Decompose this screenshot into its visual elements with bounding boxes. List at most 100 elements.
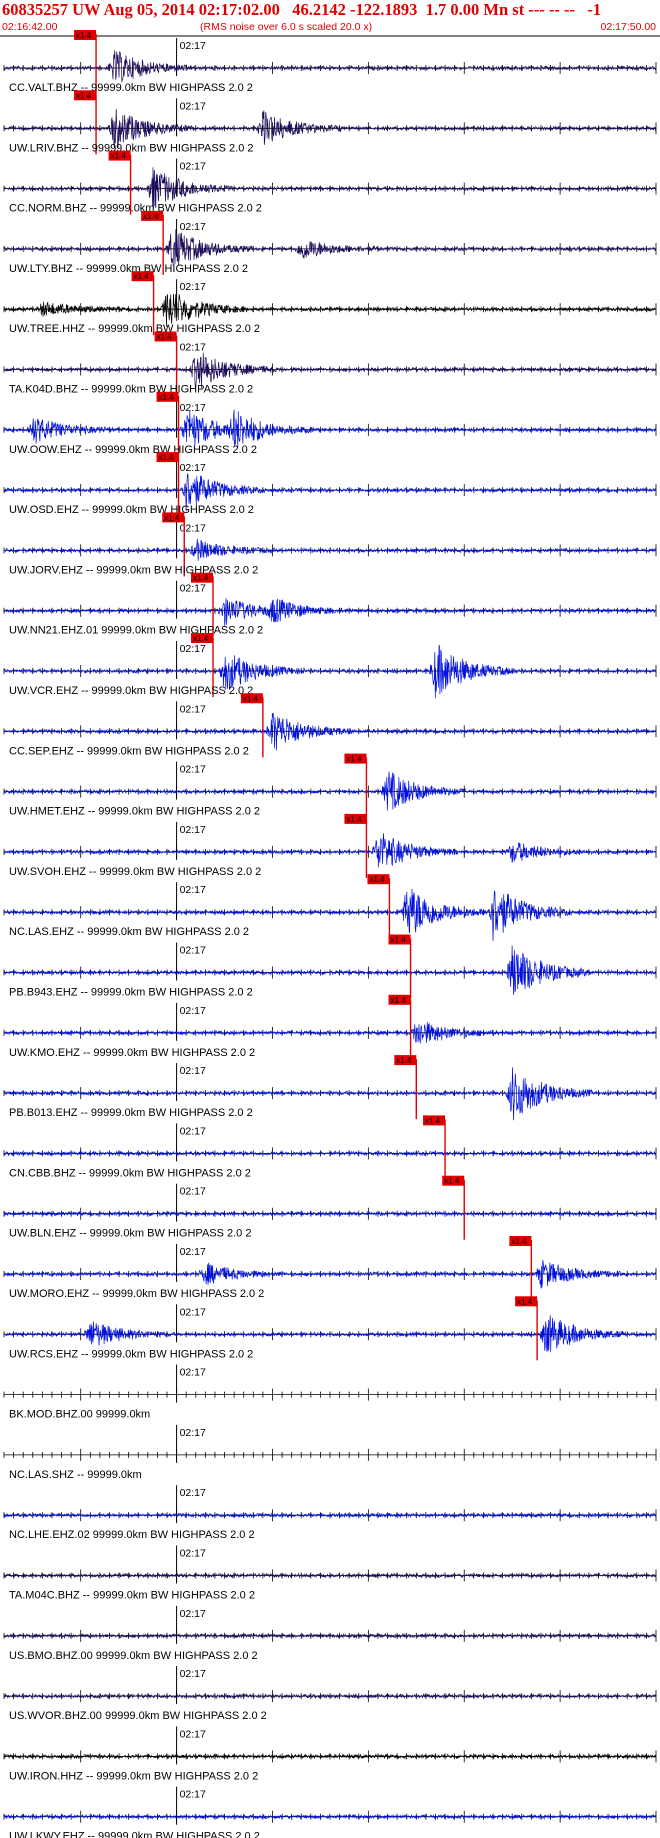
trace-row: 02:17x1.4 UW.JORV.EHZ -- 99999.0km BW HIG… <box>3 512 657 577</box>
tick-time-label: 02:17 <box>180 1728 206 1740</box>
pick-label: x1.4 <box>511 1237 527 1246</box>
station-label: UW.SVOH.EHZ -- 99999.0km BW HIGHPASS 2.0… <box>9 866 261 878</box>
station-label: NC.LAS.SHZ -- 99999.0km <box>9 1469 142 1481</box>
tick-time-label: 02:17 <box>180 1487 206 1499</box>
station-label: NC.LHE.EHZ.02 99999.0km BW HIGHPASS 2.0 … <box>9 1529 255 1541</box>
station-label: UW.KMO.EHZ -- 99999.0km BW HIGHPASS 2.0 … <box>9 1047 255 1059</box>
tick-time-label: 02:17 <box>180 1246 206 1258</box>
pick-label: x1.4 <box>243 694 259 703</box>
pick-label: x1.4 <box>517 1297 533 1306</box>
trace-row: 02:17 x1.4 CC.NORM.BHZ -- 99999.0km BW HIG… <box>3 150 657 215</box>
station-label: CC.SEP.EHZ -- 99999.0km BW HIGHPASS 2.0 … <box>9 745 249 757</box>
trace-row: 02:17 x1.4 NC.LAS.EHZ -- 99999.0km BW HIGH… <box>3 874 657 941</box>
tick-time-label: 02:17 <box>180 40 206 52</box>
pick-label: x1.4 <box>111 152 127 161</box>
trace-row: 02:17 BK.MOD.BHZ.00 99999.0km <box>3 1364 657 1421</box>
tick-time-label: 02:17 <box>180 643 206 655</box>
trace-row: 02:17 x1.4 UW.MORO.EHZ -- 99999.0km BW HIG… <box>3 1236 657 1300</box>
pick-label: x1.4 <box>391 996 407 1005</box>
tick-time-label: 02:17 <box>180 1367 206 1379</box>
pick-label: x1.4 <box>134 272 150 281</box>
station-label: CC.NORM.BHZ -- 99999.0km BW HIGHPASS 2.0… <box>9 203 262 215</box>
trace-row: 02:17 UW.LKWY.EHZ -- 99999.0km BW HIGHPAS… <box>3 1786 657 1838</box>
tick-time-label: 02:17 <box>180 522 206 534</box>
tick-time-label: 02:17 <box>180 824 206 836</box>
waveform-trace <box>3 538 657 561</box>
station-label: US.WVOR.BHZ.00 99999.0km BW HIGHPASS 2.0… <box>9 1710 267 1722</box>
tick-time-label: 02:17 <box>180 945 206 957</box>
station-label: PB.B013.EHZ -- 99999.0km BW HIGHPASS 2.0… <box>9 1107 253 1119</box>
pick-label: x1.4 <box>76 31 92 40</box>
station-label: UW.JORV.EHZ -- 99999.0km BW HIGHPASS 2.0… <box>9 564 258 576</box>
trace-row: 02:17 x1.4 UW.HMET.EHZ -- 99999.0km BW HIG… <box>3 753 657 818</box>
station-label: NC.LAS.EHZ -- 99999.0km BW HIGHPASS 2.0 … <box>9 926 249 938</box>
tick-time-label: 02:17 <box>180 884 206 896</box>
tick-time-label: 02:17 <box>180 161 206 173</box>
tick-time-label: 02:17 <box>180 1548 206 1560</box>
station-label: UW.OOW.EHZ -- 99999.0km BW HIGHPASS 2.0 … <box>9 444 257 456</box>
tick-time-label: 02:17 <box>180 462 206 474</box>
trace-row: 02:17 x1.4 UW.RCS.EHZ -- 99999.0km BW HIGH… <box>3 1296 657 1361</box>
trace-row: 02:17 x1.4 UW.SVOH.EHZ -- 99999.0km BW HIG… <box>3 813 657 878</box>
tick-time-label: 02:17 <box>180 100 206 112</box>
trace-row: 02:17 x1.4 UW.TREE.HHZ -- 99999.0km BW HIG… <box>3 271 657 336</box>
pick-label: x1.4 <box>143 212 159 221</box>
tick-time-label: 02:17 <box>180 703 206 715</box>
pick-label: x1.4 <box>396 1056 412 1065</box>
trace-row: 02:17 US.WVOR.BHZ.00 99999.0km BW HIGHPAS… <box>3 1666 657 1722</box>
seismogram-plot: 02:17x1.4CC.VALT.BHZ -- 99999.0km BW HIG… <box>0 30 660 1838</box>
station-label: UW.TREE.HHZ -- 99999.0km BW HIGHPASS 2.0… <box>9 323 260 335</box>
trace-row: 02:17 x1.4 TA.K04D.BHZ -- 99999.0km BW HIG… <box>3 331 657 396</box>
station-label: UW.OSD.EHZ -- 99999.0km BW HIGHPASS 2.0 … <box>9 504 254 516</box>
pick-label: x1.4 <box>159 453 175 462</box>
trace-row: 02:17 x1.4 UW.BLN.EHZ -- 99999.0km BW HIGH… <box>3 1175 657 1240</box>
station-label: UW.IRON.HHZ -- 99999.0km BW HIGHPASS 2.0… <box>9 1770 258 1782</box>
tick-time-label: 02:17 <box>180 342 206 354</box>
trace-row: 02:17 x1.4 UW.OOW.EHZ -- 99999.0km BW HIGH… <box>3 391 657 456</box>
station-label: CC.VALT.BHZ -- 99999.0km BW HIGHPASS 2.0… <box>9 82 253 94</box>
pick-label: x1.4 <box>164 513 180 522</box>
tick-time-label: 02:17 <box>180 1306 206 1318</box>
trace-row: 02:17 x1.4 PB.B013.EHZ -- 99999.0km BW HIG… <box>3 1055 657 1121</box>
station-label: UW.LRIV.BHZ -- 99999.0km BW HIGHPASS 2.0… <box>9 142 254 154</box>
time-axis <box>3 1388 657 1401</box>
trace-row: 02:17 x1.4 UW.KMO.EHZ -- 99999.0km BW HIGH… <box>3 994 657 1059</box>
station-label: TA.K04D.BHZ -- 99999.0km BW HIGHPASS 2.0… <box>9 384 253 396</box>
trace-row: 02:17 x1.4 CC.SEP.EHZ -- 99999.0km BW HIGH… <box>3 693 657 758</box>
station-label: UW.BLN.EHZ -- 99999.0km BW HIGHPASS 2.0 … <box>9 1228 251 1240</box>
station-label: TA.M04C.BHZ -- 99999.0km BW HIGHPASS 2.0… <box>9 1590 255 1602</box>
pick-label: x1.4 <box>76 91 92 100</box>
station-label: UW.NN21.EHZ.01 99999.0km BW HIGHPASS 2.0… <box>9 625 263 637</box>
tick-time-label: 02:17 <box>180 1668 206 1680</box>
trace-row: 02:17x1.4 UW.VCR.EHZ -- 99999.0km BW HIGH… <box>3 633 657 699</box>
pick-label: x1.4 <box>346 815 362 824</box>
tick-time-label: 02:17 <box>180 1608 206 1620</box>
tick-time-label: 02:17 <box>180 1005 206 1017</box>
trace-row: 02:17 NC.LAS.SHZ -- 99999.0km <box>3 1424 657 1481</box>
time-axis <box>3 1448 657 1461</box>
tick-time-label: 02:17 <box>180 402 206 414</box>
tick-time-label: 02:17 <box>180 1065 206 1077</box>
pick-label: x1.4 <box>369 875 385 884</box>
pick-label: x1.4 <box>425 1116 441 1125</box>
pick-label: x1.4 <box>193 634 209 643</box>
station-label: UW.RCS.EHZ -- 99999.0km BW HIGHPASS 2.0 … <box>9 1348 253 1360</box>
tick-time-label: 02:17 <box>180 1186 206 1198</box>
tick-time-label: 02:17 <box>180 281 206 293</box>
pick-label: x1.4 <box>193 574 209 583</box>
waveform-trace <box>3 50 657 83</box>
pick-label: x1.4 <box>157 333 173 342</box>
trace-row: 02:17 TA.M04C.BHZ -- 99999.0km BW HIGHPAS… <box>3 1545 657 1602</box>
tick-time-label: 02:17 <box>180 1789 206 1801</box>
trace-row: 02:17 NC.LHE.EHZ.02 99999.0km BW HIGHPASS… <box>3 1485 657 1541</box>
trace-row: 02:17 x1.4 CN.CBB.BHZ -- 99999.0km BW HIGH… <box>3 1115 657 1180</box>
pick-label: x1.4 <box>346 755 362 764</box>
waveform-trace <box>3 409 657 448</box>
station-label: BK.MOD.BHZ.00 99999.0km <box>9 1409 150 1421</box>
trace-row: 02:17 x1.4 PB.B943.EHZ -- 99999.0km BW HIG… <box>3 934 657 999</box>
station-label: CN.CBB.BHZ -- 99999.0km BW HIGHPASS 2.0 … <box>9 1167 251 1179</box>
tick-time-label: 02:17 <box>180 764 206 776</box>
trace-row: 02:17 US.BMO.BHZ.00 99999.0km BW HIGHPASS… <box>3 1605 657 1662</box>
station-label: US.BMO.BHZ.00 99999.0km BW HIGHPASS 2.0 … <box>9 1650 258 1662</box>
station-label: UW.LKWY.EHZ -- 99999.0km BW HIGHPASS 2.0… <box>9 1831 260 1838</box>
